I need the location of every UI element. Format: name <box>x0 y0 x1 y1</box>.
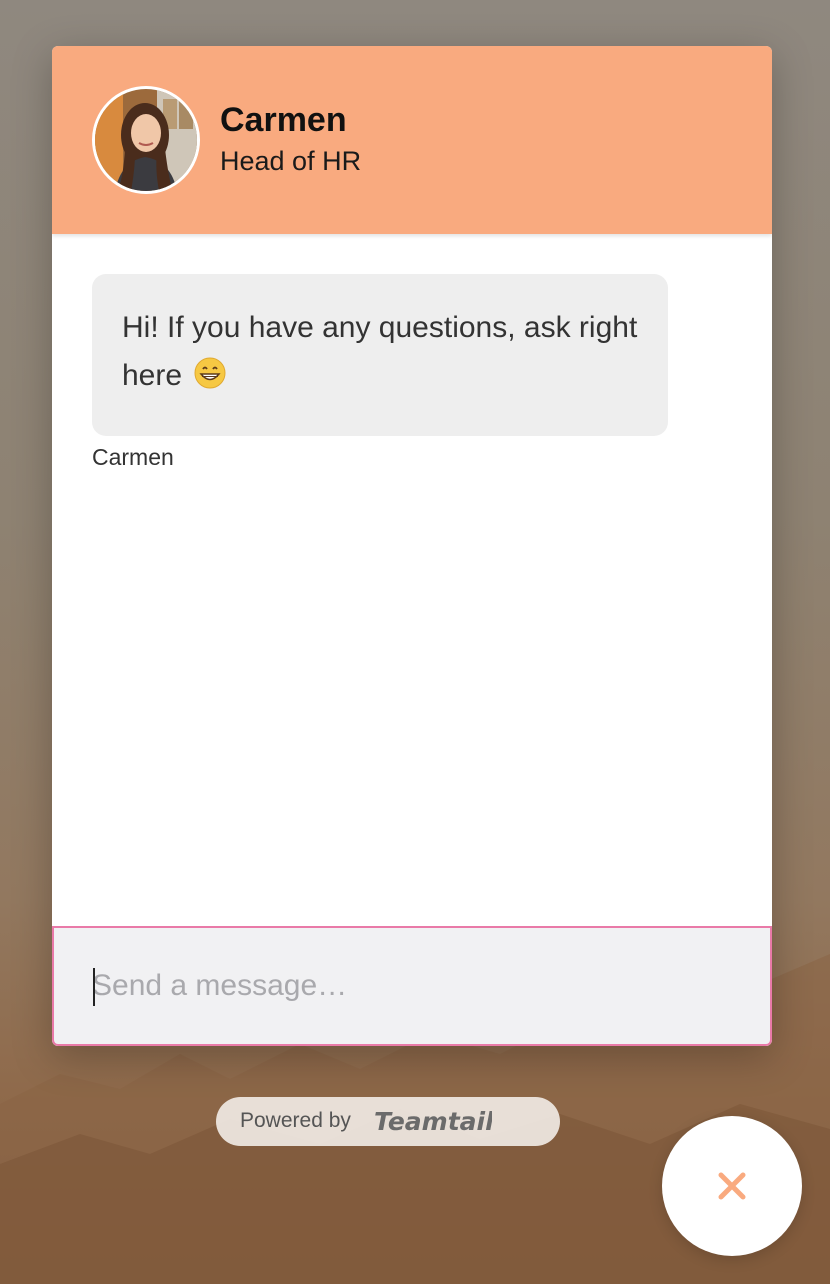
agent-title: Head of HR <box>220 146 362 176</box>
grinning-face-emoji-icon <box>194 356 226 404</box>
message-input[interactable] <box>92 964 712 1008</box>
close-chat-button[interactable] <box>662 1116 802 1256</box>
message-bubble: Hi! If you have any questions, ask right… <box>92 274 668 436</box>
message-composer <box>52 926 772 1046</box>
agent-name: Carmen <box>220 101 347 139</box>
brand-text: Teamtailor <box>374 1107 492 1136</box>
powered-by-badge[interactable]: Powered by Teamtailor <box>216 1097 560 1146</box>
text-caret <box>93 968 95 1006</box>
avatar-image <box>95 89 197 191</box>
powered-by-label: Powered by <box>240 1109 351 1132</box>
avatar <box>92 86 200 194</box>
chat-window: Carmen Head of HR Hi! If you have any qu… <box>52 46 772 1046</box>
message-list: Hi! If you have any questions, ask right… <box>52 234 772 926</box>
chat-header: Carmen Head of HR <box>52 46 772 234</box>
message-sender: Carmen <box>92 444 174 470</box>
teamtailor-logo: Teamtailor <box>374 1107 492 1136</box>
close-icon <box>718 1172 746 1200</box>
